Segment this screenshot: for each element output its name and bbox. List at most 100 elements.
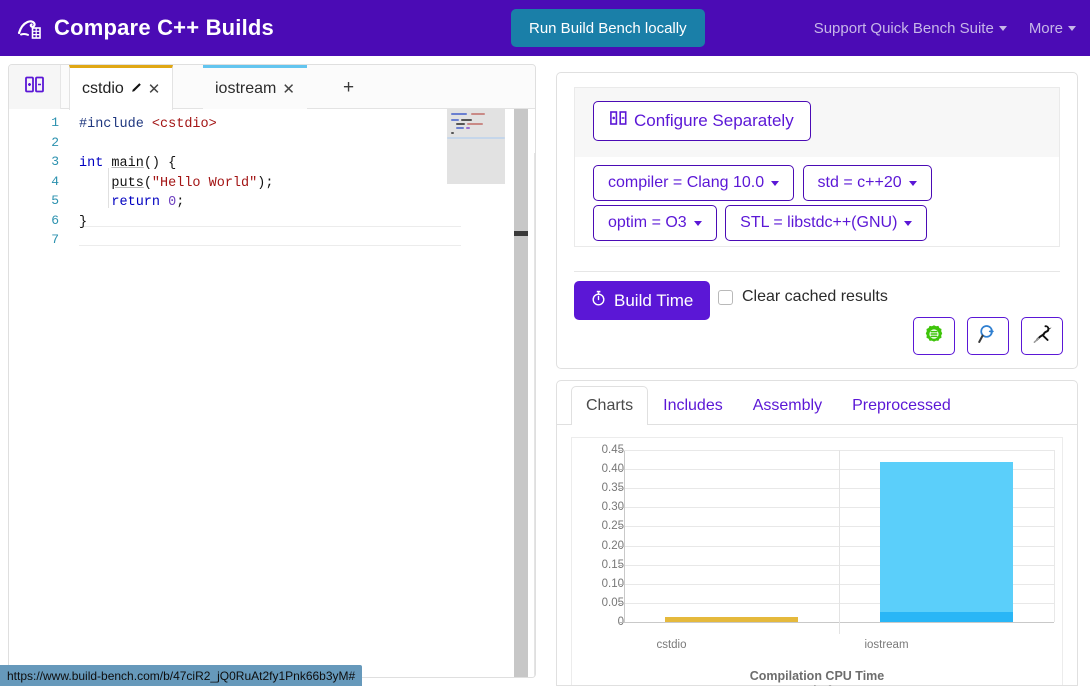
split-config-icon bbox=[610, 110, 627, 131]
build-options-row: compiler = Clang 10.0 std = c++20 optim … bbox=[574, 157, 1060, 247]
x-axis-tick-label: iostream bbox=[864, 639, 909, 651]
tab-includes[interactable]: Includes bbox=[648, 386, 738, 425]
chart-container[interactable]: 0 0.05 0.10 0.15 0.20 0.25 0.30 0.35 0.40 0.45 cst… bbox=[571, 437, 1063, 686]
configure-separately-row: Configure Separately bbox=[574, 87, 1060, 157]
page-root: Compare C++ Builds Run Build Bench local… bbox=[0, 0, 1090, 686]
chevron-down-icon bbox=[771, 180, 780, 186]
configure-separately-button[interactable]: Configure Separately bbox=[593, 100, 811, 141]
config-divider bbox=[574, 271, 1060, 272]
line-number: 6 bbox=[51, 212, 59, 228]
status-bar-url: https://www.build-bench.com/b/47ciR2_jQ0… bbox=[0, 665, 363, 686]
editor-card: cstdio ✕ iostream ✕ + 1 2 3 4 5 6 7 #inc… bbox=[8, 64, 536, 678]
optim-dropdown[interactable]: optim = O3 bbox=[593, 205, 717, 241]
code-line: return 0; bbox=[111, 195, 185, 210]
tab-assembly[interactable]: Assembly bbox=[738, 386, 837, 425]
chevron-down-icon bbox=[693, 220, 702, 226]
split-view-icon bbox=[25, 76, 44, 98]
line-number: 3 bbox=[51, 154, 59, 169]
std-dropdown[interactable]: std = c++20 bbox=[802, 165, 932, 201]
editor-tab-close-button[interactable]: ✕ bbox=[282, 80, 295, 98]
chart-caption: Compilation CPU TimeLower is faster bbox=[572, 669, 1062, 686]
line-number: 1 bbox=[51, 115, 59, 130]
y-axis-tick-label: 0.40 bbox=[601, 463, 624, 476]
editor-tab-bar: cstdio ✕ iostream ✕ + bbox=[9, 65, 535, 110]
y-axis-tick-label: 0.35 bbox=[601, 482, 624, 495]
external-tool-buttons bbox=[913, 317, 1063, 355]
nav-item-label: More bbox=[1028, 19, 1063, 37]
editor-scrollbar-thumb[interactable] bbox=[514, 231, 528, 236]
y-axis-tick-label: 0.15 bbox=[601, 558, 624, 571]
y-axis-tick-label: 0.10 bbox=[601, 577, 624, 590]
line-number-gutter: 1 2 3 4 5 6 7 bbox=[9, 109, 69, 677]
stl-dropdown-label: STL = libstdc++(GNU) bbox=[740, 214, 898, 231]
build-time-button[interactable]: Build Time bbox=[574, 281, 711, 320]
build-bench-logo-icon bbox=[14, 13, 44, 43]
app-header: Compare C++ Builds Run Build Bench local… bbox=[0, 0, 1090, 56]
compiler-dropdown-label: compiler = Clang 10.0 bbox=[608, 174, 765, 191]
add-tab-button[interactable]: + bbox=[331, 65, 366, 110]
configure-separately-label: Configure Separately bbox=[634, 110, 794, 130]
editor-tab-cstdio[interactable]: cstdio ✕ bbox=[69, 65, 174, 110]
line-number: 7 bbox=[51, 232, 59, 247]
nav-item-support-quick-bench-suite[interactable]: Support Quick Bench Suite bbox=[814, 20, 1007, 37]
split-view-button[interactable] bbox=[9, 65, 61, 109]
plot-right-edge bbox=[1054, 450, 1055, 622]
compiler-explorer-icon bbox=[923, 323, 945, 350]
chevron-down-icon bbox=[1068, 25, 1076, 31]
chevron-down-icon bbox=[998, 25, 1007, 31]
quick-bench-icon bbox=[977, 323, 999, 350]
y-axis-tick-label: 0.20 bbox=[601, 539, 624, 552]
chart-title: Compilation CPU Time bbox=[749, 669, 885, 683]
clear-cached-results-checkbox[interactable] bbox=[718, 289, 733, 305]
header-nav: Support Quick Bench Suite More bbox=[814, 0, 1076, 56]
build-bench-bird-button[interactable] bbox=[1021, 317, 1063, 355]
compiler-explorer-button[interactable] bbox=[913, 317, 955, 355]
tab-charts[interactable]: Charts bbox=[571, 386, 649, 425]
stopwatch-icon bbox=[591, 290, 606, 311]
y-axis-tick-label: 0.25 bbox=[601, 520, 624, 533]
results-tab-bar: Charts Includes Assembly Preprocessed bbox=[557, 381, 1077, 425]
std-dropdown-label: std = c++20 bbox=[817, 174, 902, 191]
clear-cached-results-row[interactable]: Clear cached results bbox=[718, 288, 888, 306]
optim-dropdown-label: optim = O3 bbox=[608, 214, 687, 231]
editor-tab-iostream[interactable]: iostream ✕ bbox=[203, 65, 307, 110]
quick-bench-button[interactable] bbox=[967, 317, 1009, 355]
compiler-dropdown[interactable]: compiler = Clang 10.0 bbox=[593, 165, 795, 201]
code-editor[interactable]: 1 2 3 4 5 6 7 #include <cstdio> int main… bbox=[9, 109, 535, 677]
y-axis-tick-label: 0.30 bbox=[601, 501, 624, 514]
editor-tab-close-button[interactable]: ✕ bbox=[148, 80, 161, 98]
build-bench-bird-icon bbox=[1031, 323, 1053, 350]
editor-minimap[interactable] bbox=[447, 109, 505, 184]
clear-cached-results-label: Clear cached results bbox=[742, 288, 888, 305]
bar-cstdio bbox=[664, 617, 799, 622]
nav-item-label: Support Quick Bench Suite bbox=[813, 19, 994, 37]
x-axis-tick-label: cstdio bbox=[656, 639, 687, 651]
chevron-down-icon bbox=[904, 220, 913, 226]
y-axis-tick-label: 0.05 bbox=[601, 596, 624, 609]
pencil-icon[interactable] bbox=[130, 82, 142, 97]
editor-tab-label: iostream bbox=[215, 80, 277, 97]
build-time-label: Build Time bbox=[614, 290, 694, 310]
line-number: 4 bbox=[51, 173, 59, 189]
y-axis-tick-label: 0.45 bbox=[601, 444, 624, 456]
run-build-bench-locally-button[interactable]: Run Build Bench locally bbox=[511, 9, 705, 47]
tab-preprocessed[interactable]: Preprocessed bbox=[837, 386, 966, 425]
line-number: 5 bbox=[51, 193, 59, 208]
chevron-down-icon bbox=[908, 180, 917, 186]
line-number: 2 bbox=[51, 134, 59, 150]
page-title: Compare C++ Builds bbox=[54, 15, 274, 40]
stl-dropdown[interactable]: STL = libstdc++(GNU) bbox=[725, 205, 928, 241]
bar-iostream bbox=[879, 462, 1014, 622]
editor-divider bbox=[534, 153, 535, 677]
results-card: Charts Includes Assembly Preprocessed 00… bbox=[556, 380, 1078, 686]
editor-tab-label: cstdio bbox=[82, 80, 124, 97]
bar-chart: 0 0.05 0.10 0.15 0.20 0.25 0.30 0.35 0.40 0.45 cst… bbox=[572, 438, 1062, 686]
y-axis-line bbox=[624, 450, 625, 622]
y-axis-tick-label: 0 bbox=[582, 616, 624, 628]
nav-item-more[interactable]: More bbox=[1029, 20, 1076, 37]
category-separator bbox=[839, 450, 840, 634]
code-line: } bbox=[79, 214, 88, 230]
editor-vertical-scrollbar[interactable] bbox=[514, 109, 528, 677]
bar-base-segment-iostream bbox=[879, 612, 1014, 622]
